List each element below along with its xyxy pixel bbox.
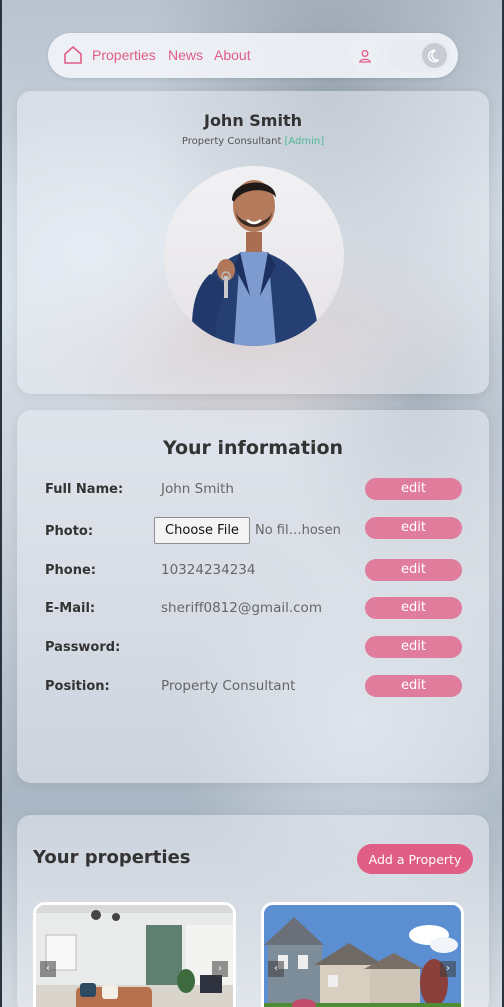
admin-badge: [Admin] <box>284 136 325 147</box>
navbar: Properties News About <box>48 33 458 78</box>
thumbnail-next-arrow[interactable]: › <box>212 961 228 977</box>
properties-title: Your properties <box>33 847 191 868</box>
phone-value: 10324234234 <box>161 562 256 578</box>
profile-card: John Smith Property Consultant [Admin] <box>17 91 489 394</box>
theme-toggle[interactable] <box>388 40 450 71</box>
email-label: E-Mail: <box>45 601 96 616</box>
position-value: Property Consultant <box>161 678 296 694</box>
full-name-label: Full Name: <box>45 482 124 497</box>
edit-email-button[interactable]: edit <box>365 597 462 619</box>
full-name-value: John Smith <box>161 481 234 497</box>
properties-card: Your properties Add a Property ‹ › ‹ › <box>17 815 489 1007</box>
edit-photo-button[interactable]: edit <box>365 517 462 539</box>
photo-label: Photo: <box>45 524 94 539</box>
nav-link-news[interactable]: News <box>168 47 203 63</box>
nav-link-about[interactable]: About <box>214 47 251 63</box>
thumbnail-prev-arrow[interactable]: ‹ <box>40 961 56 977</box>
edit-password-button[interactable]: edit <box>365 636 462 658</box>
information-card: Your information Full Name: John Smith e… <box>17 410 489 783</box>
window-frame-left <box>0 0 2 1007</box>
profile-role: Property Consultant <box>181 136 282 147</box>
edit-full-name-button[interactable]: edit <box>365 478 462 500</box>
edit-position-button[interactable]: edit <box>365 675 462 697</box>
choose-file-button[interactable]: Choose File <box>154 517 250 544</box>
thumbnail-next-arrow[interactable]: › <box>440 961 456 977</box>
position-label: Position: <box>45 679 110 694</box>
thumbnail-prev-arrow[interactable]: ‹ <box>268 961 284 977</box>
avatar <box>164 166 344 346</box>
moon-icon <box>422 43 447 68</box>
profile-role-line: Property Consultant [Admin] <box>17 136 489 147</box>
user-icon[interactable] <box>350 41 379 70</box>
email-value: sheriff0812@gmail.com <box>161 600 322 616</box>
property-thumbnail[interactable]: ‹ › <box>261 902 464 1007</box>
add-property-button[interactable]: Add a Property <box>357 844 473 874</box>
profile-name: John Smith <box>203 111 302 130</box>
nav-link-properties[interactable]: Properties <box>92 47 156 63</box>
password-label: Password: <box>45 640 121 655</box>
home-icon[interactable] <box>62 44 84 66</box>
phone-label: Phone: <box>45 563 96 578</box>
info-title: Your information <box>162 437 344 459</box>
property-thumbnail[interactable]: ‹ › <box>33 902 236 1007</box>
file-status: No fil…hosen <box>255 523 341 538</box>
edit-phone-button[interactable]: edit <box>365 559 462 581</box>
